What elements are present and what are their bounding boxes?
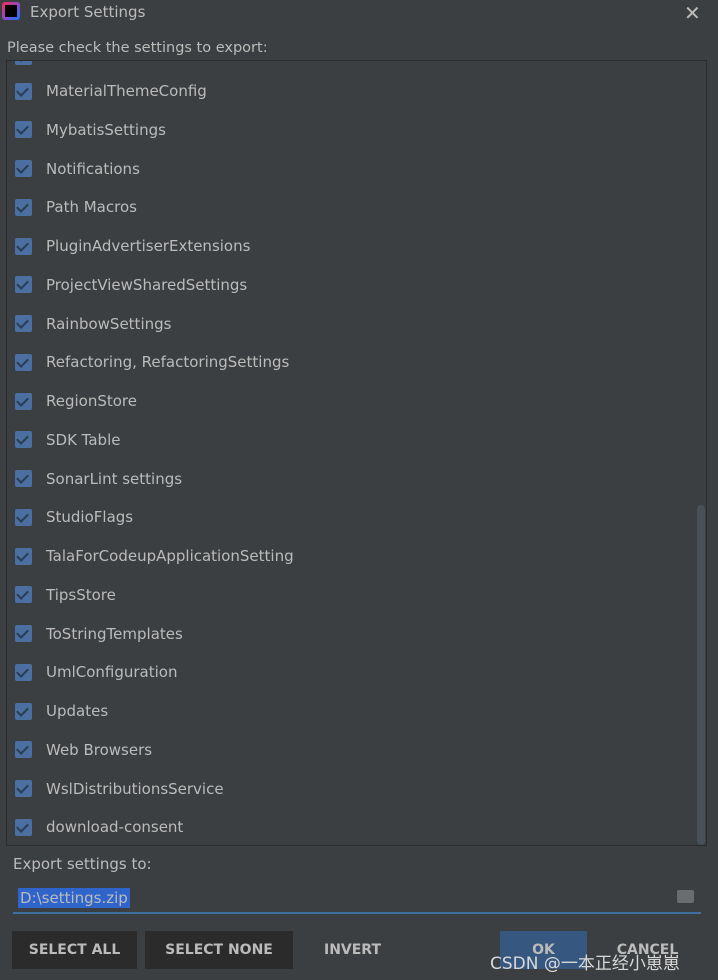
list-item-label: MybatisSettings (46, 120, 166, 139)
export-path-label: Export settings to: (13, 855, 152, 873)
list-item-label: ProjectViewSharedSettings (46, 275, 248, 294)
checkbox[interactable] (15, 198, 32, 216)
settings-list: MaterialThemeConfig MybatisSettings Notifi… (6, 60, 707, 846)
list-item-label: SonarLint settings (46, 469, 183, 488)
list-item-label: UmlConfiguration (46, 663, 178, 682)
list-item-label: TipsStore (46, 585, 116, 604)
window-title: Export Settings (30, 3, 146, 21)
list-item-label: PluginAdvertiserExtensions (46, 237, 251, 255)
list-item-label: SDK Table (46, 430, 121, 449)
close-icon[interactable]: ✕ (684, 1, 701, 25)
list-item[interactable]: Path Macros (15, 192, 137, 222)
checkbox[interactable] (15, 741, 32, 759)
list-item-label: MaterialThemeConfig (46, 82, 207, 100)
checkbox[interactable] (15, 82, 32, 100)
instructions-label: Please check the settings to export: (7, 40, 268, 56)
select-none-button[interactable]: SELECT NONE (145, 931, 293, 969)
list-item[interactable]: RegionStore (15, 386, 137, 416)
list-item-label: ToStringTemplates (46, 624, 183, 643)
list-item-partial[interactable] (15, 61, 46, 71)
checkbox[interactable] (15, 508, 32, 526)
checkbox[interactable] (15, 61, 32, 65)
title-bar: Export Settings ✕ (0, 0, 718, 26)
export-path-value[interactable]: D:\settings.zip (18, 888, 130, 908)
checkbox[interactable] (15, 276, 32, 294)
checkbox[interactable] (15, 392, 32, 410)
scrollbar-thumb[interactable] (697, 505, 705, 845)
list-item-label: StudioFlags (46, 508, 134, 527)
list-item-label: WslDistributionsService (46, 779, 224, 798)
checkbox[interactable] (15, 625, 32, 642)
checkbox[interactable] (15, 818, 32, 836)
watermark: CSDN @一本正经小崽崽 (490, 954, 680, 974)
checkbox[interactable] (15, 663, 32, 681)
list-item[interactable]: Web Browsers (15, 735, 152, 765)
checkbox[interactable] (15, 315, 32, 332)
list-item[interactable]: Refactoring, RefactoringSettings (15, 347, 289, 377)
checkbox[interactable] (15, 431, 32, 449)
invert-button[interactable]: INVERT (305, 931, 400, 969)
checkbox[interactable] (15, 121, 32, 139)
list-item[interactable]: Notifications (15, 154, 140, 184)
list-item-label: Refactoring, RefactoringSettings (46, 353, 290, 372)
list-item[interactable]: MybatisSettings (15, 115, 166, 145)
list-item[interactable]: ToStringTemplates (15, 619, 183, 649)
checkbox[interactable] (15, 780, 32, 797)
intellij-logo-icon (2, 2, 20, 20)
list-item[interactable]: PluginAdvertiserExtensions (15, 231, 250, 261)
list-item[interactable]: MaterialThemeConfig (15, 76, 207, 106)
list-item[interactable]: TipsStore (15, 580, 116, 610)
list-item[interactable]: download-consent (15, 812, 183, 842)
folder-icon[interactable] (677, 890, 694, 903)
checkbox[interactable] (15, 547, 32, 565)
export-path-input[interactable]: D:\settings.zip (13, 884, 701, 914)
list-item-label: TalaForCodeupApplicationSetting (46, 547, 294, 565)
list-item-label: Notifications (46, 159, 140, 178)
select-all-button[interactable]: SELECT ALL (12, 931, 137, 969)
checkbox[interactable] (15, 470, 32, 487)
list-item-label: Path Macros (46, 198, 137, 217)
list-item[interactable]: Updates (15, 696, 108, 726)
checkbox[interactable] (15, 702, 32, 720)
list-item[interactable]: RainbowSettings (15, 309, 171, 339)
list-item[interactable]: WslDistributionsService (15, 774, 224, 804)
checkbox[interactable] (15, 160, 32, 177)
list-item[interactable]: StudioFlags (15, 502, 133, 532)
checkbox[interactable] (15, 586, 32, 604)
list-item[interactable]: UmlConfiguration (15, 657, 177, 687)
checkbox[interactable] (15, 353, 32, 371)
list-item-label: RainbowSettings (46, 314, 172, 333)
list-item-label: Web Browsers (46, 740, 153, 759)
checkbox[interactable] (15, 237, 32, 255)
list-item[interactable]: ProjectViewSharedSettings (15, 270, 247, 300)
list-item-label: download-consent (46, 818, 184, 837)
list-item-label: RegionStore (46, 392, 137, 410)
list-item-label: Updates (46, 702, 109, 720)
list-item[interactable]: SonarLint settings (15, 464, 182, 494)
list-item[interactable]: SDK Table (15, 425, 120, 455)
list-item[interactable]: TalaForCodeupApplicationSetting (15, 541, 294, 571)
